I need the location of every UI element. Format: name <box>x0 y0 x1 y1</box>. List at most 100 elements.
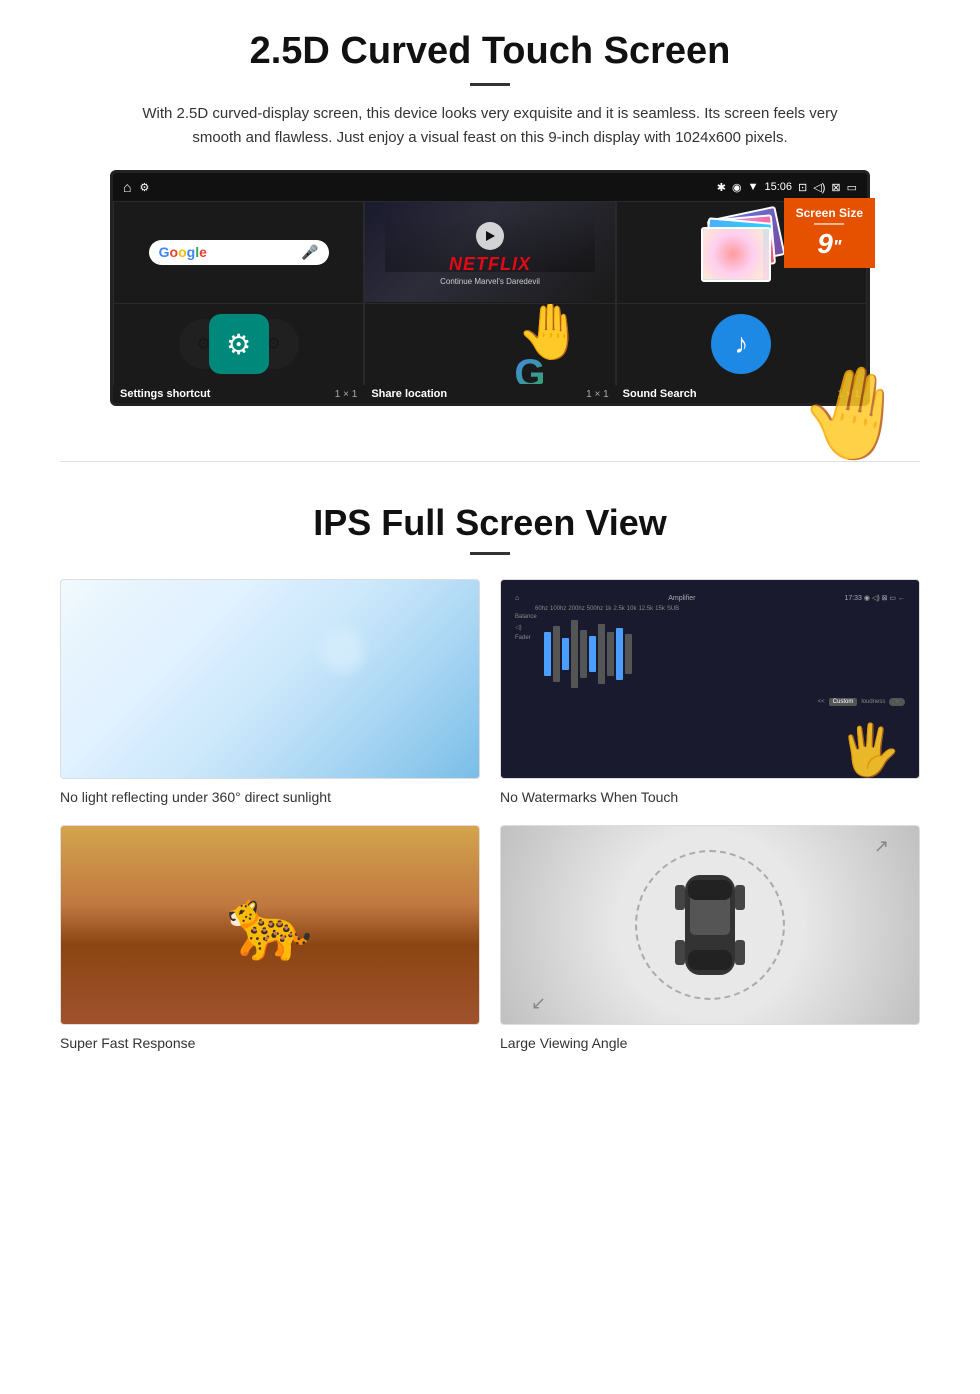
cheetah-image: 🐆 <box>60 825 480 1025</box>
settings-app-size: 1 × 1 <box>335 389 358 400</box>
bluetooth-icon: ✱ <box>717 181 726 194</box>
car-arrow-right: ↗ <box>874 836 889 857</box>
eq-bar-5[interactable] <box>580 630 587 678</box>
status-right: ✱ ◉ ▼ 15:06 ⊡ ◁) ⊠ ▭ <box>717 181 857 194</box>
camera-icon: ⊡ <box>798 181 807 194</box>
sky-bg <box>61 580 479 778</box>
sunlight-caption: No light reflecting under 360° direct su… <box>60 789 480 805</box>
settings-preview: ⚙ ⚙ ⚙ <box>114 304 363 384</box>
close-icon[interactable]: ⊠ <box>831 181 840 194</box>
eq-bar-3[interactable] <box>562 638 569 670</box>
eq-bar-1[interactable] <box>544 632 551 676</box>
share-preview: G 🤚 <box>365 304 614 384</box>
feature-cheetah: 🐆 Super Fast Response <box>60 825 480 1051</box>
amp-container: ⌂ Amplifier 17:33 ◉ ◁) ⊠ ▭ ← 60hz100hz20… <box>509 588 911 770</box>
home-icon[interactable]: ⌂ <box>123 179 131 195</box>
share-app-size: 1 × 1 <box>586 389 609 400</box>
feature-grid: No light reflecting under 360° direct su… <box>60 579 920 1051</box>
screen-size-label: Screen Size <box>796 206 863 220</box>
eq-bar-9[interactable] <box>616 628 623 680</box>
hand-touch-decoration: 🤚 <box>790 352 919 475</box>
amp-prev[interactable]: << <box>818 699 825 705</box>
loudness-toggle[interactable]: ○ <box>889 698 905 706</box>
app-cell-google[interactable]: Google 🎤 Google 3 × 1 <box>113 201 364 303</box>
page: 2.5D Curved Touch Screen With 2.5D curve… <box>0 0 980 1081</box>
amp-time: 17:33 ◉ ◁) ⊠ ▭ ← <box>844 594 905 602</box>
hand-on-screen: 🖐 <box>839 721 901 779</box>
sun-rays <box>61 580 479 778</box>
amp-controls: Balance ◁) Fader <box>515 614 905 694</box>
fader-label: Fader <box>515 635 540 641</box>
screen-size-number: 9" <box>796 228 863 260</box>
eq-bar-4[interactable] <box>571 620 578 688</box>
gear-icon: ⚙ <box>226 328 251 361</box>
google-maps-icon: G <box>514 352 545 385</box>
section2-title: IPS Full Screen View <box>60 502 920 544</box>
car-circle <box>635 850 785 1000</box>
car-image: ↗ ↙ <box>500 825 920 1025</box>
device-screen: ⌂ ⚙ ✱ ◉ ▼ 15:06 ⊡ ◁) ⊠ ▭ <box>110 170 870 406</box>
amplifier-caption: No Watermarks When Touch <box>500 789 920 805</box>
car-container: ↗ ↙ <box>501 826 919 1024</box>
section2: IPS Full Screen View No light reflecting… <box>0 492 980 1081</box>
usb-icon: ⚙ <box>139 181 149 194</box>
volume-icon: ◁) <box>813 181 825 194</box>
netflix-content: NETFLIX Continue Marvel's Daredevil <box>440 218 540 286</box>
photo-card-main <box>701 227 771 282</box>
feature-car: ↗ ↙ Large Viewing Angle <box>500 825 920 1051</box>
amp-labels: Balance ◁) Fader <box>515 614 540 694</box>
settings-main-icon: ⚙ <box>209 314 269 374</box>
share-app-name: Share location <box>371 388 447 400</box>
feature-amplifier: ⌂ Amplifier 17:33 ◉ ◁) ⊠ ▭ ← 60hz100hz20… <box>500 579 920 805</box>
amp-header: ⌂ Amplifier 17:33 ◉ ◁) ⊠ ▭ ← <box>515 594 905 602</box>
app-cell-settings[interactable]: ⚙ ⚙ ⚙ Settings shortcut 1 × 1 <box>113 303 364 385</box>
status-left: ⌂ ⚙ <box>123 179 149 195</box>
amplifier-image: ⌂ Amplifier 17:33 ◉ ◁) ⊠ ▭ ← 60hz100hz20… <box>500 579 920 779</box>
sunlight-image <box>60 579 480 779</box>
section2-divider <box>470 552 510 555</box>
car-arrow-left: ↙ <box>531 993 546 1014</box>
freq-labels: 60hz100hz200hz500hz1k2.5k10k12.5k15kSUB <box>515 606 905 612</box>
play-button[interactable] <box>476 222 504 250</box>
amp-home-icon: ⌂ <box>515 595 519 602</box>
mic-icon[interactable]: 🎤 <box>301 244 318 261</box>
amp-title: Amplifier <box>668 595 695 602</box>
share-label-row: Share location 1 × 1 <box>365 384 614 404</box>
status-bar: ⌂ ⚙ ✱ ◉ ▼ 15:06 ⊡ ◁) ⊠ ▭ <box>113 173 867 201</box>
app-cell-share[interactable]: G 🤚 Share location 1 × 1 <box>364 303 615 385</box>
eq-bar-2[interactable] <box>553 626 560 682</box>
location-icon: ◉ <box>732 181 742 194</box>
car-caption: Large Viewing Angle <box>500 1035 920 1051</box>
section-divider <box>60 461 920 462</box>
eq-bar-6[interactable] <box>589 636 596 672</box>
netflix-preview: NETFLIX Continue Marvel's Daredevil <box>365 202 614 302</box>
time-display: 15:06 <box>765 181 793 193</box>
eq-bar-7[interactable] <box>598 624 605 684</box>
app-grid: Google 🎤 Google 3 × 1 <box>113 201 867 385</box>
wifi-icon: ▼ <box>748 181 759 193</box>
car-svg <box>670 865 750 985</box>
eq-bar-10[interactable] <box>625 634 632 674</box>
screen-size-badge: Screen Size 9" <box>784 198 875 268</box>
eq-bar-8[interactable] <box>607 632 614 676</box>
google-preview: Google 🎤 <box>114 202 363 302</box>
amp-footer: << Custom loudness ○ <box>515 698 905 706</box>
loudness-label: loudness <box>861 699 885 705</box>
volume-label: ◁) <box>515 624 540 631</box>
photo-stack <box>701 212 781 292</box>
flower-image <box>703 229 763 279</box>
section1: 2.5D Curved Touch Screen With 2.5D curve… <box>0 0 980 431</box>
sound-app-name: Sound Search <box>623 388 697 400</box>
window-icon[interactable]: ▭ <box>847 181 857 194</box>
eq-bars <box>544 614 905 694</box>
settings-label-row: Settings shortcut 1 × 1 <box>114 384 363 404</box>
music-note-icon: ♪ <box>734 328 748 360</box>
balance-label: Balance <box>515 614 540 620</box>
badge-divider <box>814 223 844 225</box>
google-search-bar[interactable]: Google 🎤 <box>149 240 329 265</box>
section1-description: With 2.5D curved-display screen, this de… <box>140 102 840 150</box>
custom-label[interactable]: Custom <box>829 698 858 706</box>
netflix-logo: NETFLIX <box>440 254 540 275</box>
feature-sunlight: No light reflecting under 360° direct su… <box>60 579 480 805</box>
app-cell-netflix[interactable]: NETFLIX Continue Marvel's Daredevil Netf… <box>364 201 615 303</box>
